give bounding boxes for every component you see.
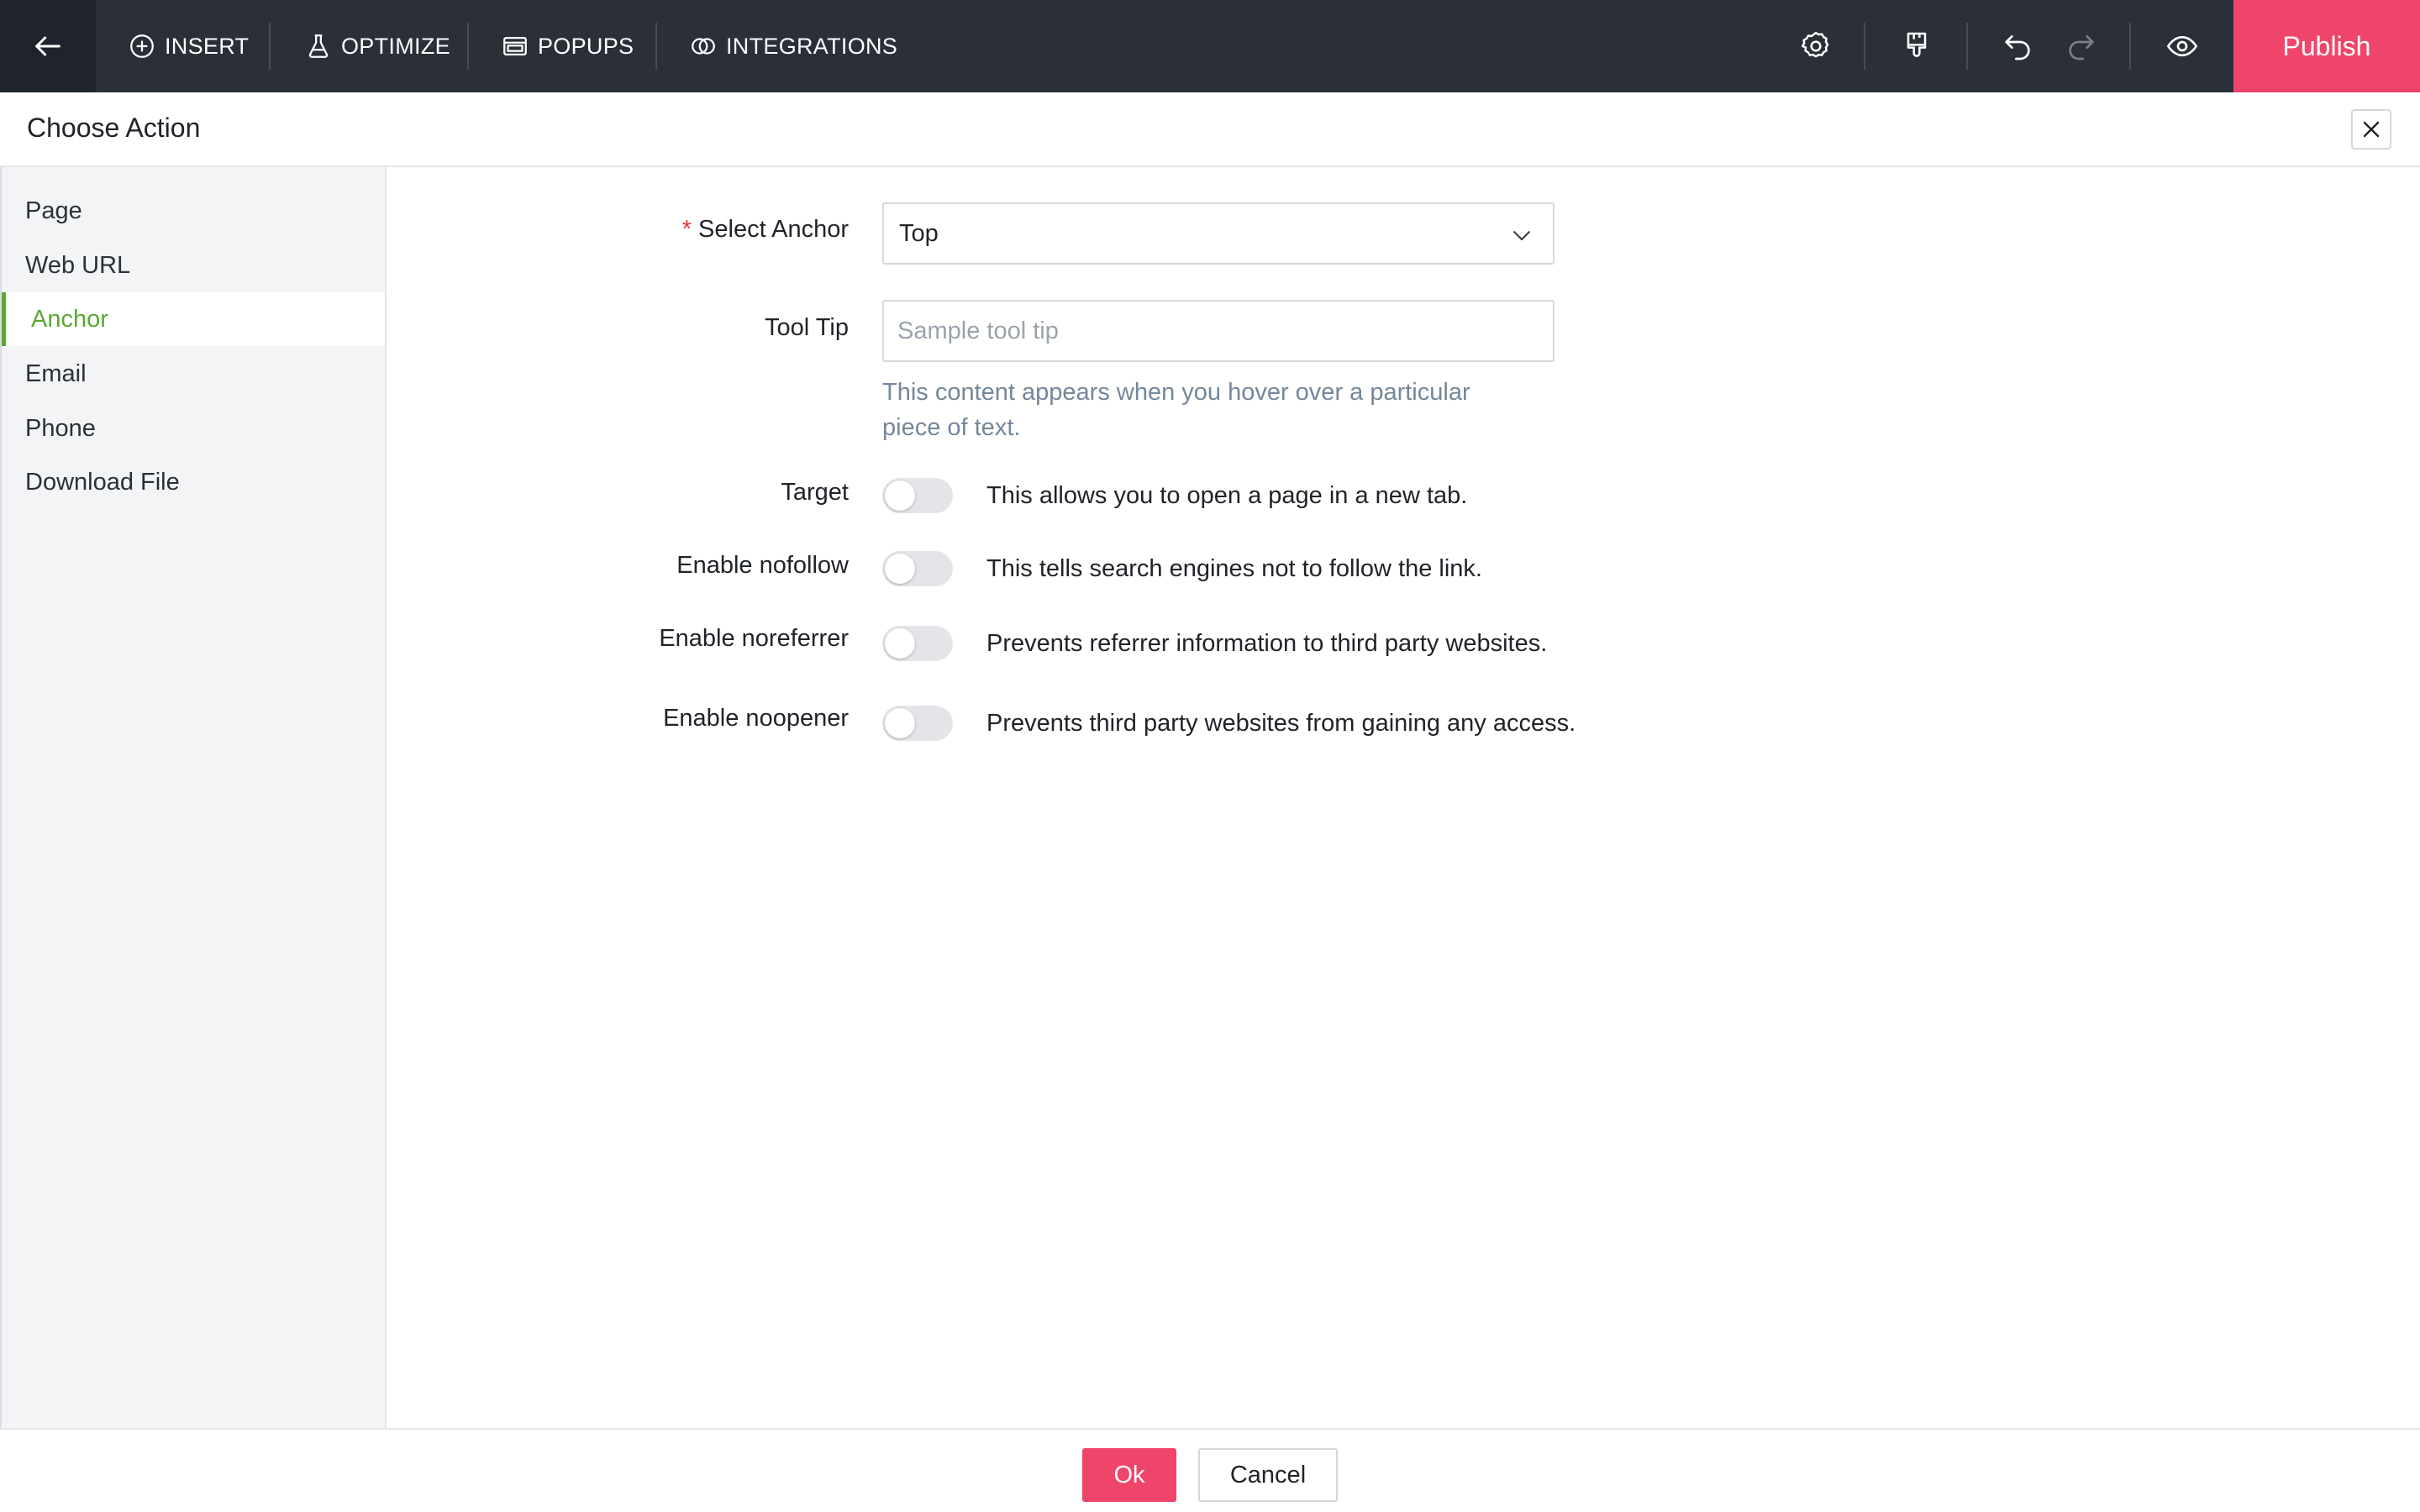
back-button[interactable] <box>0 0 96 92</box>
sidebar-item-web-url[interactable]: Web URL <box>2 239 385 292</box>
paint-brush-icon <box>1907 32 1927 57</box>
sidebar-item-label: Phone <box>25 414 96 442</box>
sidebar-item-download-file[interactable]: Download File <box>2 455 385 509</box>
insert-label: INSERT <box>165 33 250 59</box>
select-anchor-dropdown[interactable]: Top <box>882 202 1555 265</box>
dialog-footer: Ok Cancel <box>0 1428 2420 1512</box>
sidebar-item-anchor[interactable]: Anchor <box>2 292 385 346</box>
target-description: This allows you to open a page in a new … <box>986 482 1468 509</box>
toolbar-divider <box>269 23 271 70</box>
required-mark: * <box>681 216 692 243</box>
noopener-label: Enable noopener <box>663 705 849 732</box>
noopener-description: Prevents third party websites from gaini… <box>986 710 1576 737</box>
sidebar-item-page[interactable]: Page <box>2 184 385 238</box>
popups-label: POPUPS <box>538 33 634 59</box>
flask-icon <box>308 34 329 58</box>
plus-circle-icon <box>130 34 154 58</box>
select-anchor-value: Top <box>899 219 939 247</box>
nofollow-toggle[interactable] <box>882 551 953 586</box>
sidebar-item-label: Web URL <box>25 251 131 279</box>
tooltip-label: Tool Tip <box>765 314 849 341</box>
ok-button[interactable]: Ok <box>1082 1448 1176 1502</box>
undo-icon <box>2005 35 2030 60</box>
toolbar-divider <box>655 23 657 70</box>
toolbar-divider <box>1966 23 1968 70</box>
undo-button[interactable] <box>1988 0 2047 92</box>
cancel-button[interactable]: Cancel <box>1198 1448 1338 1502</box>
toggle-knob <box>885 708 915 738</box>
insert-button[interactable]: INSERT <box>128 0 249 92</box>
eye-icon <box>2166 35 2198 57</box>
publish-button[interactable]: Publish <box>2233 0 2420 92</box>
nofollow-label: Enable nofollow <box>676 552 849 579</box>
close-button[interactable] <box>2351 109 2391 150</box>
settings-button[interactable] <box>1786 0 1845 92</box>
tooltip-input[interactable] <box>882 300 1555 362</box>
integrations-rings-icon <box>692 38 715 55</box>
select-anchor-label: * Select Anchor <box>378 216 849 244</box>
sidebar-item-phone[interactable]: Phone <box>2 402 385 455</box>
redo-icon <box>2069 35 2094 60</box>
top-toolbar: INSERT OPTIMIZE POPUPS INTEGRATIONS Publ… <box>0 0 2420 92</box>
noreferrer-label: Enable noreferrer <box>659 625 849 652</box>
toolbar-divider <box>2129 23 2131 70</box>
toggle-knob <box>885 628 915 659</box>
target-toggle[interactable] <box>882 478 953 513</box>
integrations-button[interactable]: INTEGRATIONS <box>689 0 897 92</box>
noreferrer-toggle[interactable] <box>882 626 953 661</box>
optimize-button[interactable]: OPTIMIZE <box>304 0 450 92</box>
select-anchor-label-text: Select Anchor <box>698 216 849 243</box>
close-icon <box>2363 121 2380 138</box>
target-label: Target <box>781 479 849 506</box>
tooltip-hint: This content appears when you hover over… <box>882 379 1470 441</box>
redo-button[interactable] <box>2052 0 2111 92</box>
toggle-knob <box>885 554 915 584</box>
popups-button[interactable]: POPUPS <box>501 0 634 92</box>
integrations-label: INTEGRATIONS <box>726 33 898 59</box>
styles-button[interactable] <box>1887 0 1946 92</box>
popup-window-icon <box>503 36 527 56</box>
gear-icon <box>1801 31 1829 58</box>
preview-button[interactable] <box>2153 0 2212 92</box>
action-type-sidebar: Page Web URL Anchor Email Phone Download… <box>0 167 387 1429</box>
sidebar-item-email[interactable]: Email <box>2 347 385 401</box>
chevron-down-icon <box>1513 231 1530 241</box>
dialog-title: Choose Action <box>27 113 201 143</box>
sidebar-item-label: Download File <box>25 468 180 496</box>
toolbar-divider <box>1864 23 1865 70</box>
noreferrer-description: Prevents referrer information to third p… <box>986 630 1548 657</box>
toolbar-divider <box>467 23 469 70</box>
dialog-header: Choose Action <box>0 92 2420 167</box>
nofollow-description: This tells search engines not to follow … <box>986 555 1482 582</box>
arrow-left-icon <box>35 36 60 56</box>
optimize-label: OPTIMIZE <box>341 33 450 59</box>
sidebar-item-label: Anchor <box>31 305 108 333</box>
noopener-toggle[interactable] <box>882 706 953 741</box>
sidebar-item-label: Page <box>25 197 82 224</box>
toggle-knob <box>885 480 915 511</box>
sidebar-item-label: Email <box>25 360 87 387</box>
